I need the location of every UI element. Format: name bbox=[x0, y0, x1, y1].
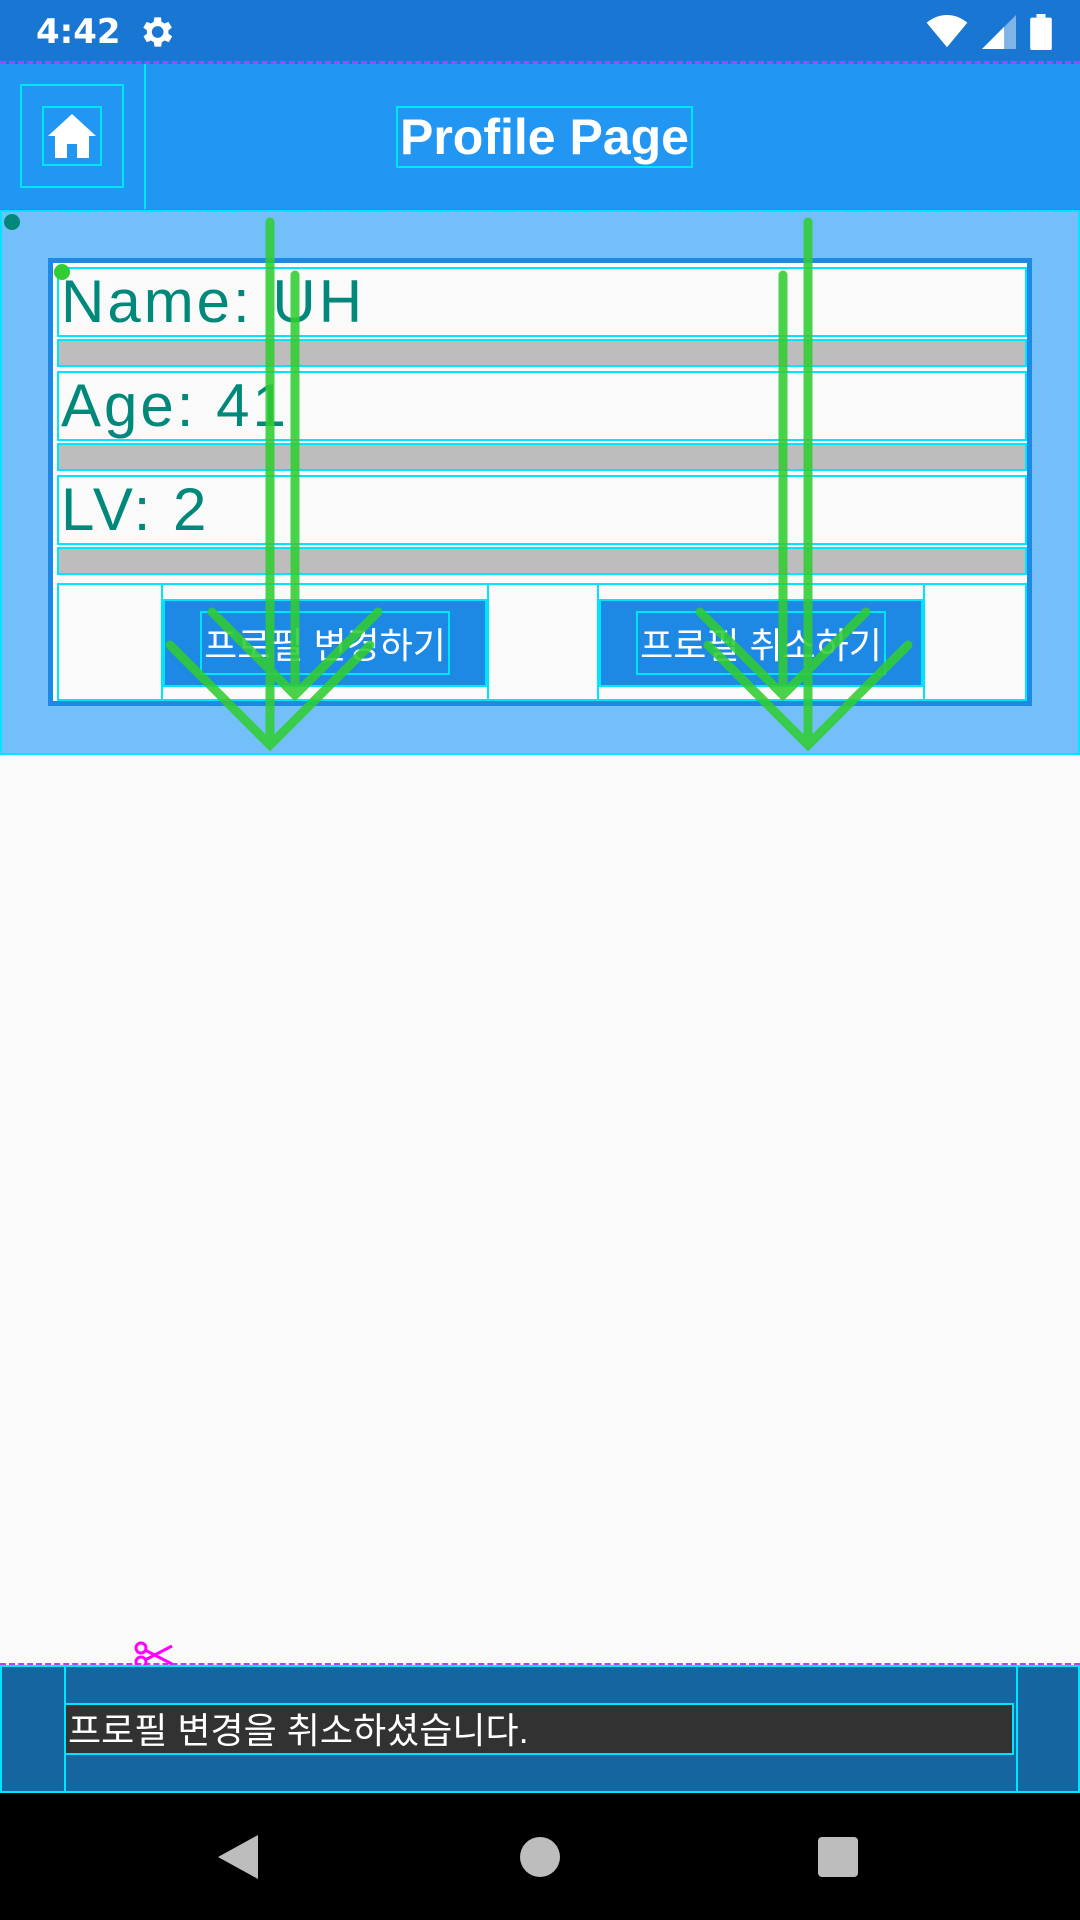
profile-age: Age: 41 bbox=[57, 371, 1027, 441]
gear-icon bbox=[143, 17, 173, 47]
home-icon bbox=[48, 114, 96, 158]
signal-icon bbox=[982, 15, 1016, 49]
page-title: Profile Page bbox=[396, 106, 693, 168]
divider bbox=[57, 547, 1027, 575]
profile-level: LV: 2 bbox=[57, 475, 1027, 545]
change-profile-label: 프로필 변경하기 bbox=[200, 611, 450, 675]
recents-icon[interactable] bbox=[818, 1837, 858, 1877]
change-profile-button[interactable]: 프로필 변경하기 bbox=[163, 599, 487, 687]
snackbar-message: 프로필 변경을 취소하셨습니다. bbox=[64, 1703, 1014, 1755]
divider bbox=[57, 339, 1027, 367]
cancel-profile-button[interactable]: 프로필 취소하기 bbox=[599, 599, 923, 687]
button-cell: 프로필 변경하기 bbox=[161, 585, 489, 699]
back-icon[interactable] bbox=[218, 1835, 258, 1879]
navigation-bar bbox=[0, 1793, 1080, 1920]
wifi-icon bbox=[926, 15, 968, 48]
app-bar: Profile Page bbox=[0, 64, 1080, 210]
status-time: 4:42 bbox=[36, 12, 121, 52]
app-bar-divider bbox=[144, 64, 146, 210]
divider bbox=[57, 443, 1027, 471]
button-row: 프로필 변경하기 프로필 취소하기 bbox=[57, 583, 1027, 701]
home-circle-icon[interactable] bbox=[520, 1837, 560, 1877]
battery-icon bbox=[1030, 14, 1052, 50]
status-bar: 4:42 bbox=[0, 0, 1080, 64]
home-button[interactable] bbox=[20, 84, 124, 188]
button-cell: 프로필 취소하기 bbox=[597, 585, 925, 699]
debug-guide-line bbox=[1016, 1667, 1018, 1791]
profile-name: Name: UH bbox=[57, 267, 1027, 337]
profile-card: Name: UH Age: 41 LV: 2 프로필 변경하기 프로필 취소하기 bbox=[48, 258, 1032, 706]
cancel-profile-label: 프로필 취소하기 bbox=[636, 611, 886, 675]
